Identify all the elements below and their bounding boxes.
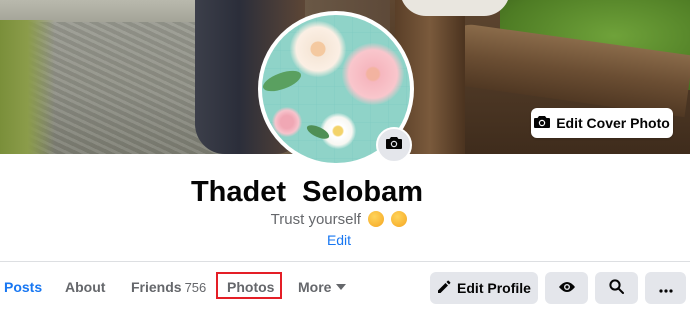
update-profile-picture-button[interactable] xyxy=(376,127,412,163)
more-options-button[interactable] xyxy=(645,272,686,304)
edit-cover-photo-button[interactable]: Edit Cover Photo xyxy=(531,108,673,138)
edit-profile-button[interactable]: Edit Profile xyxy=(430,272,538,304)
tab-photos[interactable]: Photos xyxy=(227,279,274,295)
camera-icon xyxy=(386,136,402,155)
friends-count: 756 xyxy=(184,280,207,295)
edit-bio-link[interactable]: Edit xyxy=(0,232,678,248)
cover-hat xyxy=(400,0,510,16)
search-profile-button[interactable] xyxy=(595,272,638,304)
eye-icon xyxy=(558,280,575,296)
tab-more-label: More xyxy=(298,279,332,295)
ellipsis-icon xyxy=(658,280,673,296)
cover-grass-left xyxy=(0,20,55,154)
caret-down-icon xyxy=(336,284,347,290)
profile-name: Thadet Selobam xyxy=(190,176,424,208)
edit-profile-label: Edit Profile xyxy=(457,280,531,296)
tab-posts[interactable]: Posts xyxy=(4,279,42,295)
hugging-face-emoji xyxy=(368,211,385,227)
divider xyxy=(0,261,690,262)
search-icon xyxy=(609,279,624,297)
hugging-face-emoji xyxy=(391,211,408,227)
tab-about-label: About xyxy=(65,279,106,295)
view-as-button[interactable] xyxy=(545,272,588,304)
tab-friends-label: Friends xyxy=(131,279,182,295)
tab-about[interactable]: About xyxy=(65,279,105,295)
tab-photos-label: Photos xyxy=(227,279,275,295)
tab-posts-label: Posts xyxy=(4,279,43,295)
camera-icon xyxy=(534,115,551,132)
tab-friends[interactable]: Friends 756 xyxy=(131,279,206,295)
pencil-icon xyxy=(437,280,451,297)
tab-more[interactable]: More xyxy=(298,279,347,295)
edit-cover-photo-label: Edit Cover Photo xyxy=(556,115,670,131)
profile-bio: Trust yourself xyxy=(0,211,678,228)
bio-text: Trust yourself xyxy=(270,211,361,228)
